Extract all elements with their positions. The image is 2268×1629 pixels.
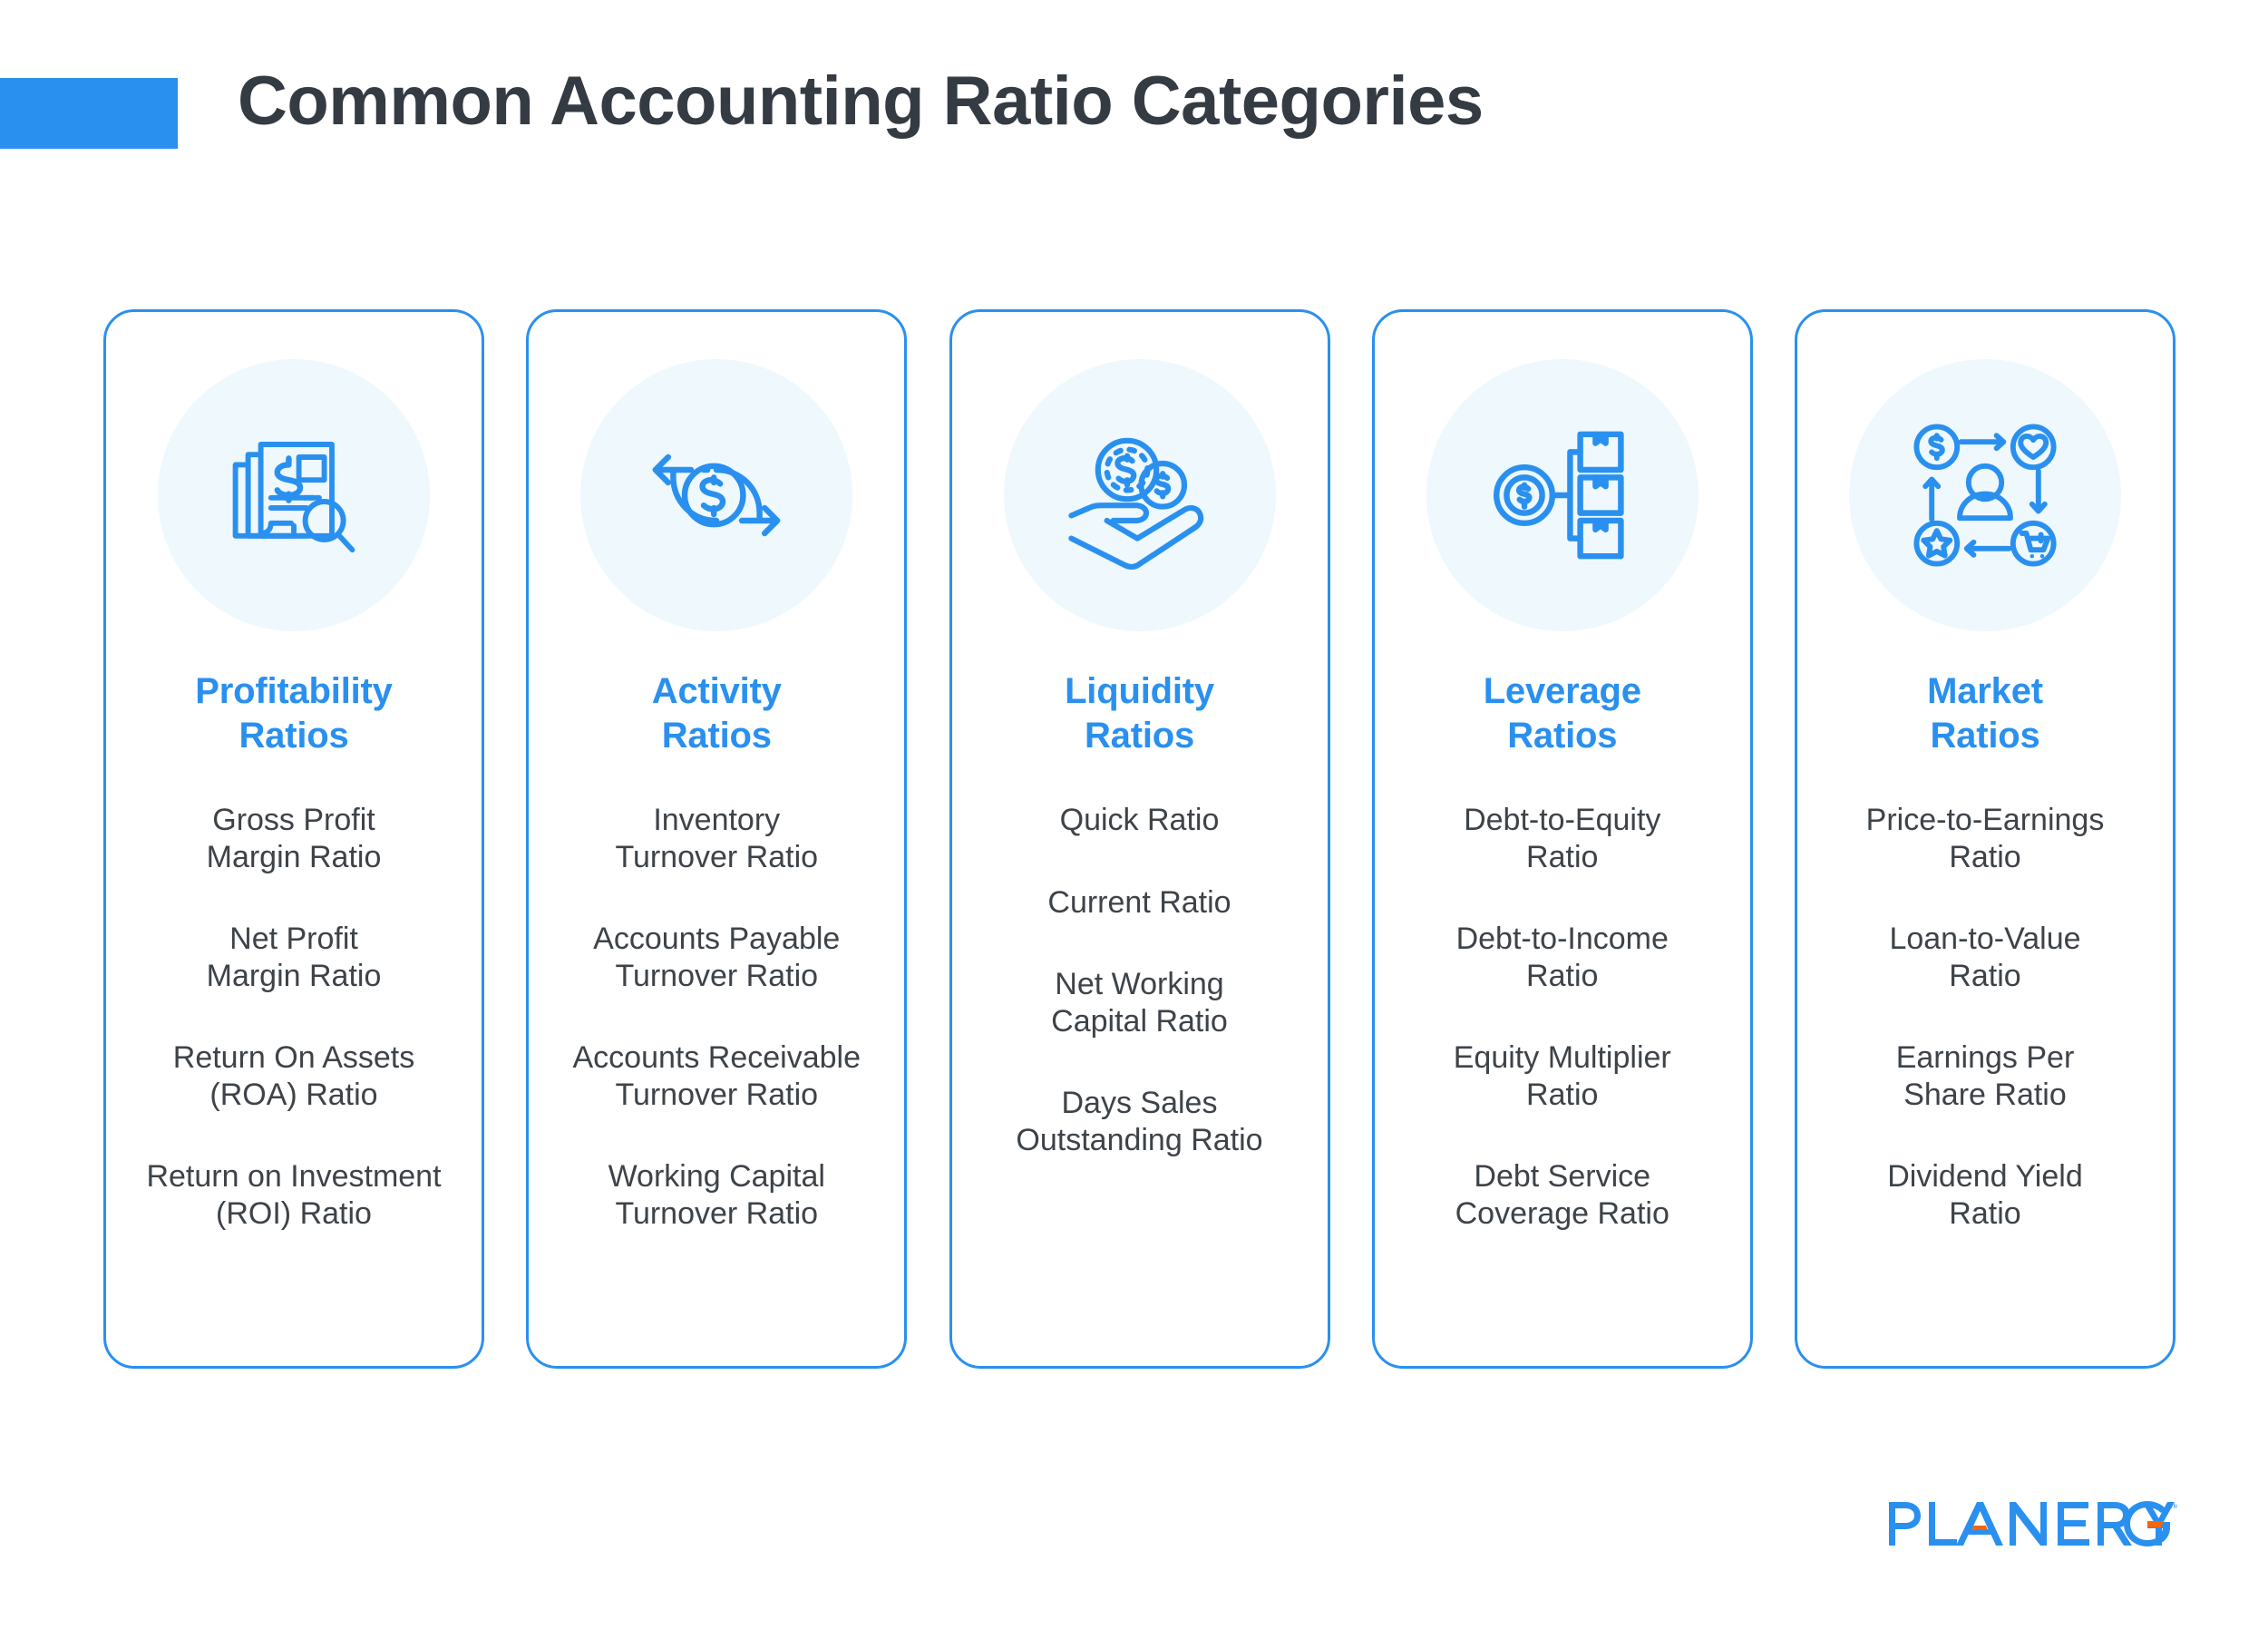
list-item: Return on Investment (ROI) Ratio bbox=[146, 1159, 442, 1231]
list-item: Working Capital Turnover Ratio bbox=[608, 1159, 825, 1231]
card-market-ratios[interactable]: Market Ratios Price-to-Earnings Ratio Lo… bbox=[1795, 309, 2176, 1369]
page-header: Common Accounting Ratio Categories bbox=[0, 0, 2268, 236]
list-item: Accounts Payable Turnover Ratio bbox=[593, 922, 841, 993]
list-item: Accounts Receivable Turnover Ratio bbox=[572, 1040, 861, 1112]
card-items: Quick Ratio Current Ratio Net Working Ca… bbox=[952, 802, 1328, 1158]
card-profitability-ratios[interactable]: Profitability Ratios Gross Profit Margin… bbox=[103, 309, 484, 1369]
dollar-cycle-arrows-icon bbox=[580, 359, 853, 631]
card-leverage-ratios[interactable]: Leverage Ratios Debt-to-Equity Ratio Deb… bbox=[1371, 309, 1753, 1369]
list-item: Loan-to-Value Ratio bbox=[1889, 922, 2081, 993]
dollar-boxes-hierarchy-icon bbox=[1426, 359, 1699, 631]
card-items: Inventory Turnover Ratio Accounts Payabl… bbox=[529, 802, 904, 1232]
list-item: Equity Multiplier Ratio bbox=[1453, 1040, 1671, 1112]
card-liquidity-ratios[interactable]: Liquidity Ratios Quick Ratio Current Rat… bbox=[949, 309, 1330, 1369]
list-item: Debt Service Coverage Ratio bbox=[1455, 1159, 1669, 1231]
card-activity-ratios[interactable]: Activity Ratios Inventory Turnover Ratio… bbox=[526, 309, 908, 1369]
list-item: Current Ratio bbox=[1047, 884, 1231, 920]
planergy-wordmark-icon: ™ bbox=[1889, 1501, 2177, 1546]
card-title: Liquidity Ratios bbox=[1065, 671, 1214, 756]
list-item: Return On Assets (ROA) Ratio bbox=[172, 1040, 415, 1112]
list-item: Earnings Per Share Ratio bbox=[1895, 1040, 2075, 1112]
planergy-logo[interactable]: ™ bbox=[1887, 1497, 2177, 1553]
list-item: Inventory Turnover Ratio bbox=[615, 803, 819, 874]
list-item: Price-to-Earnings Ratio bbox=[1865, 803, 2105, 874]
list-item: Quick Ratio bbox=[1059, 803, 1220, 838]
accent-block bbox=[0, 78, 178, 149]
hand-holding-coins-icon bbox=[1003, 359, 1276, 631]
list-item: Net Profit Margin Ratio bbox=[206, 922, 382, 993]
ratio-category-cards: Profitability Ratios Gross Profit Margin… bbox=[103, 309, 2176, 1369]
card-title: Profitability Ratios bbox=[195, 671, 393, 756]
card-title: Leverage Ratios bbox=[1483, 671, 1641, 756]
trademark-symbol: ™ bbox=[2169, 1503, 2177, 1514]
card-items: Gross Profit Margin Ratio Net Profit Mar… bbox=[106, 802, 482, 1232]
list-item: Debt-to-Equity Ratio bbox=[1464, 803, 1661, 874]
list-item: Gross Profit Margin Ratio bbox=[206, 803, 382, 874]
page-title: Common Accounting Ratio Categories bbox=[238, 63, 1484, 140]
customer-market-cycle-icon bbox=[1849, 359, 2121, 631]
list-item: Net Working Capital Ratio bbox=[1051, 967, 1228, 1039]
list-item: Debt-to-Income Ratio bbox=[1455, 922, 1669, 993]
card-items: Debt-to-Equity Ratio Debt-to-Income Rati… bbox=[1375, 802, 1750, 1232]
list-item: Days Sales Outstanding Ratio bbox=[1016, 1086, 1263, 1157]
card-title: Market Ratios bbox=[1927, 671, 2043, 756]
card-title: Activity Ratios bbox=[651, 671, 782, 756]
document-dollar-magnifier-icon bbox=[158, 359, 430, 631]
list-item: Dividend Yield Ratio bbox=[1887, 1159, 2083, 1231]
card-items: Price-to-Earnings Ratio Loan-to-Value Ra… bbox=[1797, 802, 2173, 1232]
